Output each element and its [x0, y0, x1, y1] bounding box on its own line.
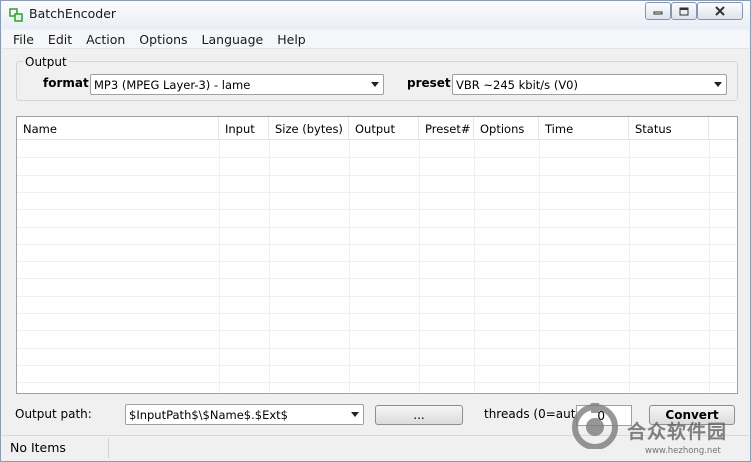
- browse-button[interactable]: ...: [375, 405, 463, 425]
- menu-bar: File Edit Action Options Language Help: [2, 30, 749, 49]
- menu-action[interactable]: Action: [79, 32, 132, 47]
- grid-column-line: [269, 140, 270, 393]
- chevron-down-icon: [714, 82, 722, 87]
- output-path-value: $InputPath$\$Name$.$Ext$: [129, 408, 288, 422]
- column-header-output[interactable]: Output: [349, 117, 419, 140]
- preset-select[interactable]: VBR ~245 kbit/s (V0): [452, 74, 727, 95]
- column-header-size[interactable]: Size (bytes): [269, 117, 349, 140]
- format-label: format:: [43, 76, 94, 90]
- close-button[interactable]: [697, 2, 743, 20]
- menu-file[interactable]: File: [2, 32, 41, 47]
- status-bar: No Items: [2, 435, 749, 461]
- column-header-options[interactable]: Options: [474, 117, 539, 140]
- chevron-down-icon: [371, 82, 379, 87]
- output-group-label: Output: [23, 55, 69, 69]
- maximize-button[interactable]: [671, 2, 697, 20]
- menu-help[interactable]: Help: [270, 32, 313, 47]
- output-path-combo[interactable]: $InputPath$\$Name$.$Ext$: [125, 404, 364, 425]
- output-path-label: Output path:: [15, 407, 92, 421]
- maximize-icon: [679, 7, 689, 15]
- column-header-input[interactable]: Input: [219, 117, 269, 140]
- grid-column-line: [709, 140, 710, 393]
- preset-select-value: VBR ~245 kbit/s (V0): [456, 78, 578, 92]
- preset-label: preset:: [407, 76, 456, 90]
- list-grid: [17, 140, 737, 393]
- grid-column-line: [219, 140, 220, 393]
- column-header-time[interactable]: Time: [539, 117, 629, 140]
- format-select[interactable]: MP3 (MPEG Layer-3) - lame: [90, 74, 384, 95]
- chevron-down-icon: [351, 412, 359, 417]
- column-header-status[interactable]: Status: [629, 117, 709, 140]
- column-header-preset[interactable]: Preset#: [419, 117, 474, 140]
- window-title: BatchEncoder: [29, 6, 117, 21]
- format-select-value: MP3 (MPEG Layer-3) - lame: [94, 78, 251, 92]
- threads-spinner[interactable]: 0: [576, 405, 632, 426]
- close-icon: [715, 6, 725, 16]
- batchencoder-app-icon: [9, 8, 23, 22]
- column-header-name[interactable]: Name: [17, 117, 219, 140]
- grid-column-line: [349, 140, 350, 393]
- menu-edit[interactable]: Edit: [41, 32, 79, 47]
- threads-value: 0: [597, 409, 605, 423]
- grid-column-line: [419, 140, 420, 393]
- title-bar[interactable]: BatchEncoder: [1, 1, 750, 29]
- convert-button[interactable]: Convert: [649, 405, 735, 425]
- minimize-icon: [653, 11, 663, 15]
- minimize-button[interactable]: [645, 2, 671, 20]
- grid-column-line: [474, 140, 475, 393]
- menu-options[interactable]: Options: [132, 32, 194, 47]
- file-list[interactable]: Name Input Size (bytes) Output Preset# O…: [16, 116, 738, 394]
- grid-column-line: [539, 140, 540, 393]
- list-header: Name Input Size (bytes) Output Preset# O…: [17, 117, 737, 140]
- grid-column-line: [629, 140, 630, 393]
- status-items-pane: No Items: [6, 438, 109, 458]
- menu-language[interactable]: Language: [195, 32, 271, 47]
- app-window: BatchEncoder File Edit Action Options La…: [0, 0, 751, 462]
